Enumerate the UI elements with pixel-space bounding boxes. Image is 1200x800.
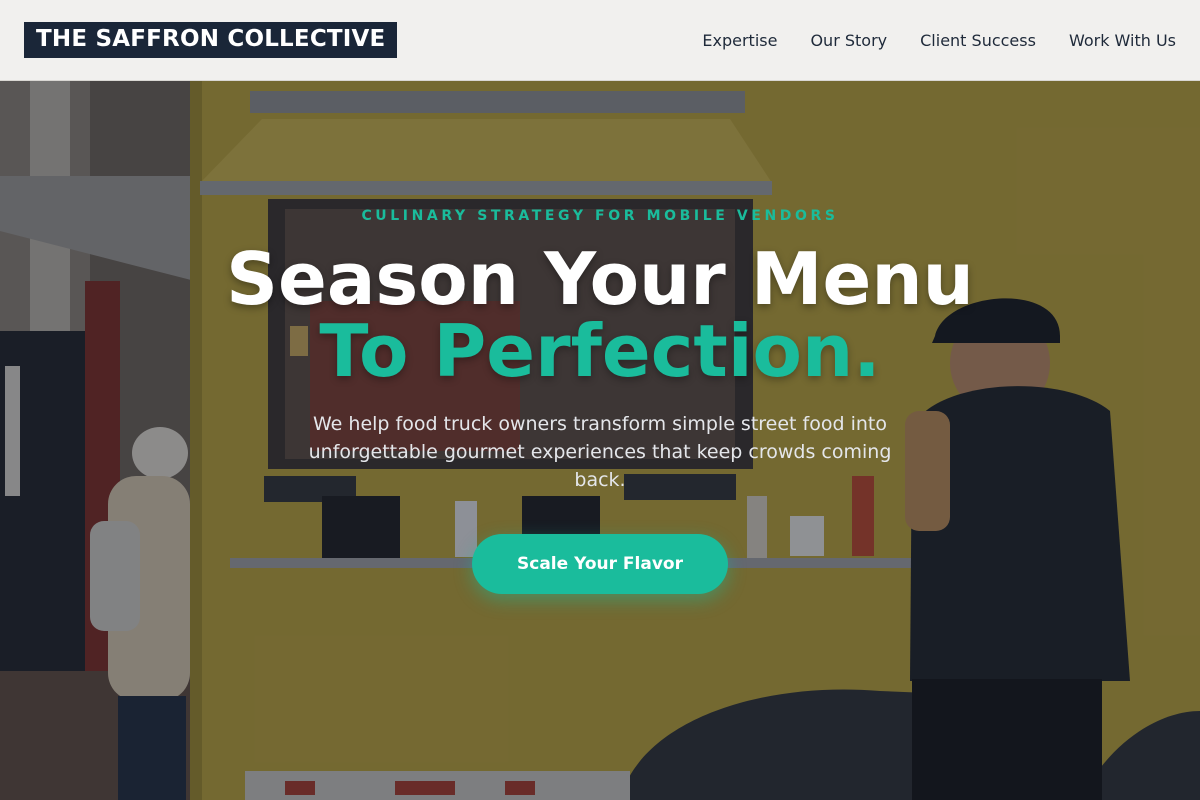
nav-link-our-story[interactable]: Our Story (810, 31, 887, 50)
main-nav: Expertise Our Story Client Success Work … (702, 31, 1176, 50)
hero-kicker: CULINARY STRATEGY FOR MOBILE VENDORS (361, 208, 839, 224)
hero-content: CULINARY STRATEGY FOR MOBILE VENDORS Sea… (0, 81, 1200, 800)
nav-link-expertise[interactable]: Expertise (702, 31, 777, 50)
hero-headline-line1: Season Your Menu (226, 237, 974, 321)
hero-headline-line2: To Perfection. (319, 309, 881, 393)
hero-subtext: We help food truck owners transform simp… (308, 413, 892, 491)
nav-link-client-success[interactable]: Client Success (920, 31, 1036, 50)
scale-your-flavor-button[interactable]: Scale Your Flavor (472, 534, 728, 594)
nav-link-work-with-us[interactable]: Work With Us (1069, 31, 1176, 50)
site-header: THE SAFFRON COLLECTIVE Expertise Our Sto… (0, 0, 1200, 81)
brand-logo[interactable]: THE SAFFRON COLLECTIVE (24, 22, 398, 58)
